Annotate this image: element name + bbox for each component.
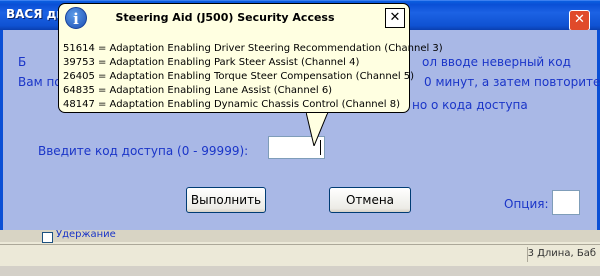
window-close-button[interactable]: ✕ <box>569 10 590 31</box>
list-item: 39753 = Adaptation Enabling Park Steer A… <box>63 57 360 68</box>
background-checkbox-label: Удержание <box>56 229 116 240</box>
bottom-edge <box>0 266 600 276</box>
background-toolbar: Удержание <box>0 229 600 243</box>
dialog-text-line-4: 0 минут, а затем повторите <box>424 75 600 89</box>
list-item: 48147 = Adaptation Enabling Dynamic Chas… <box>63 99 401 110</box>
status-text: 3 Длина, Баб <box>527 248 596 259</box>
status-bar: 3 Длина, Баб <box>0 244 600 265</box>
balloon-close-button[interactable]: ✕ <box>385 8 405 28</box>
list-item: 26405 = Adaptation Enabling Torque Steer… <box>63 71 415 82</box>
dialog-text-line-3: Вам по <box>18 75 62 89</box>
option-input[interactable] <box>552 190 580 215</box>
background-window: Удержание 3 Длина, Баб <box>0 229 600 276</box>
execute-button[interactable]: Выполнить <box>186 187 266 213</box>
security-access-balloon: i Steering Aid (J500) Security Access ✕ … <box>58 3 443 113</box>
dialog-text-line-1: Б <box>18 55 27 69</box>
list-item: 51614 = Adaptation Enabling Driver Steer… <box>63 43 443 54</box>
adaptation-code-list: 51614 = Adaptation Enabling Driver Steer… <box>63 42 443 112</box>
option-label: Опция: <box>504 197 549 211</box>
balloon-title: Steering Aid (J500) Security Access <box>115 11 335 24</box>
access-code-label: Введите код доступа (0 - 99999): <box>38 144 249 158</box>
dialog-text-line-2: ол вводе неверный код <box>422 55 571 69</box>
list-item: 64835 = Adaptation Enabling Lane Assist … <box>63 85 333 96</box>
balloon-tail <box>306 112 329 146</box>
cancel-button[interactable]: Отмена <box>329 187 411 213</box>
background-checkbox[interactable] <box>42 232 53 243</box>
